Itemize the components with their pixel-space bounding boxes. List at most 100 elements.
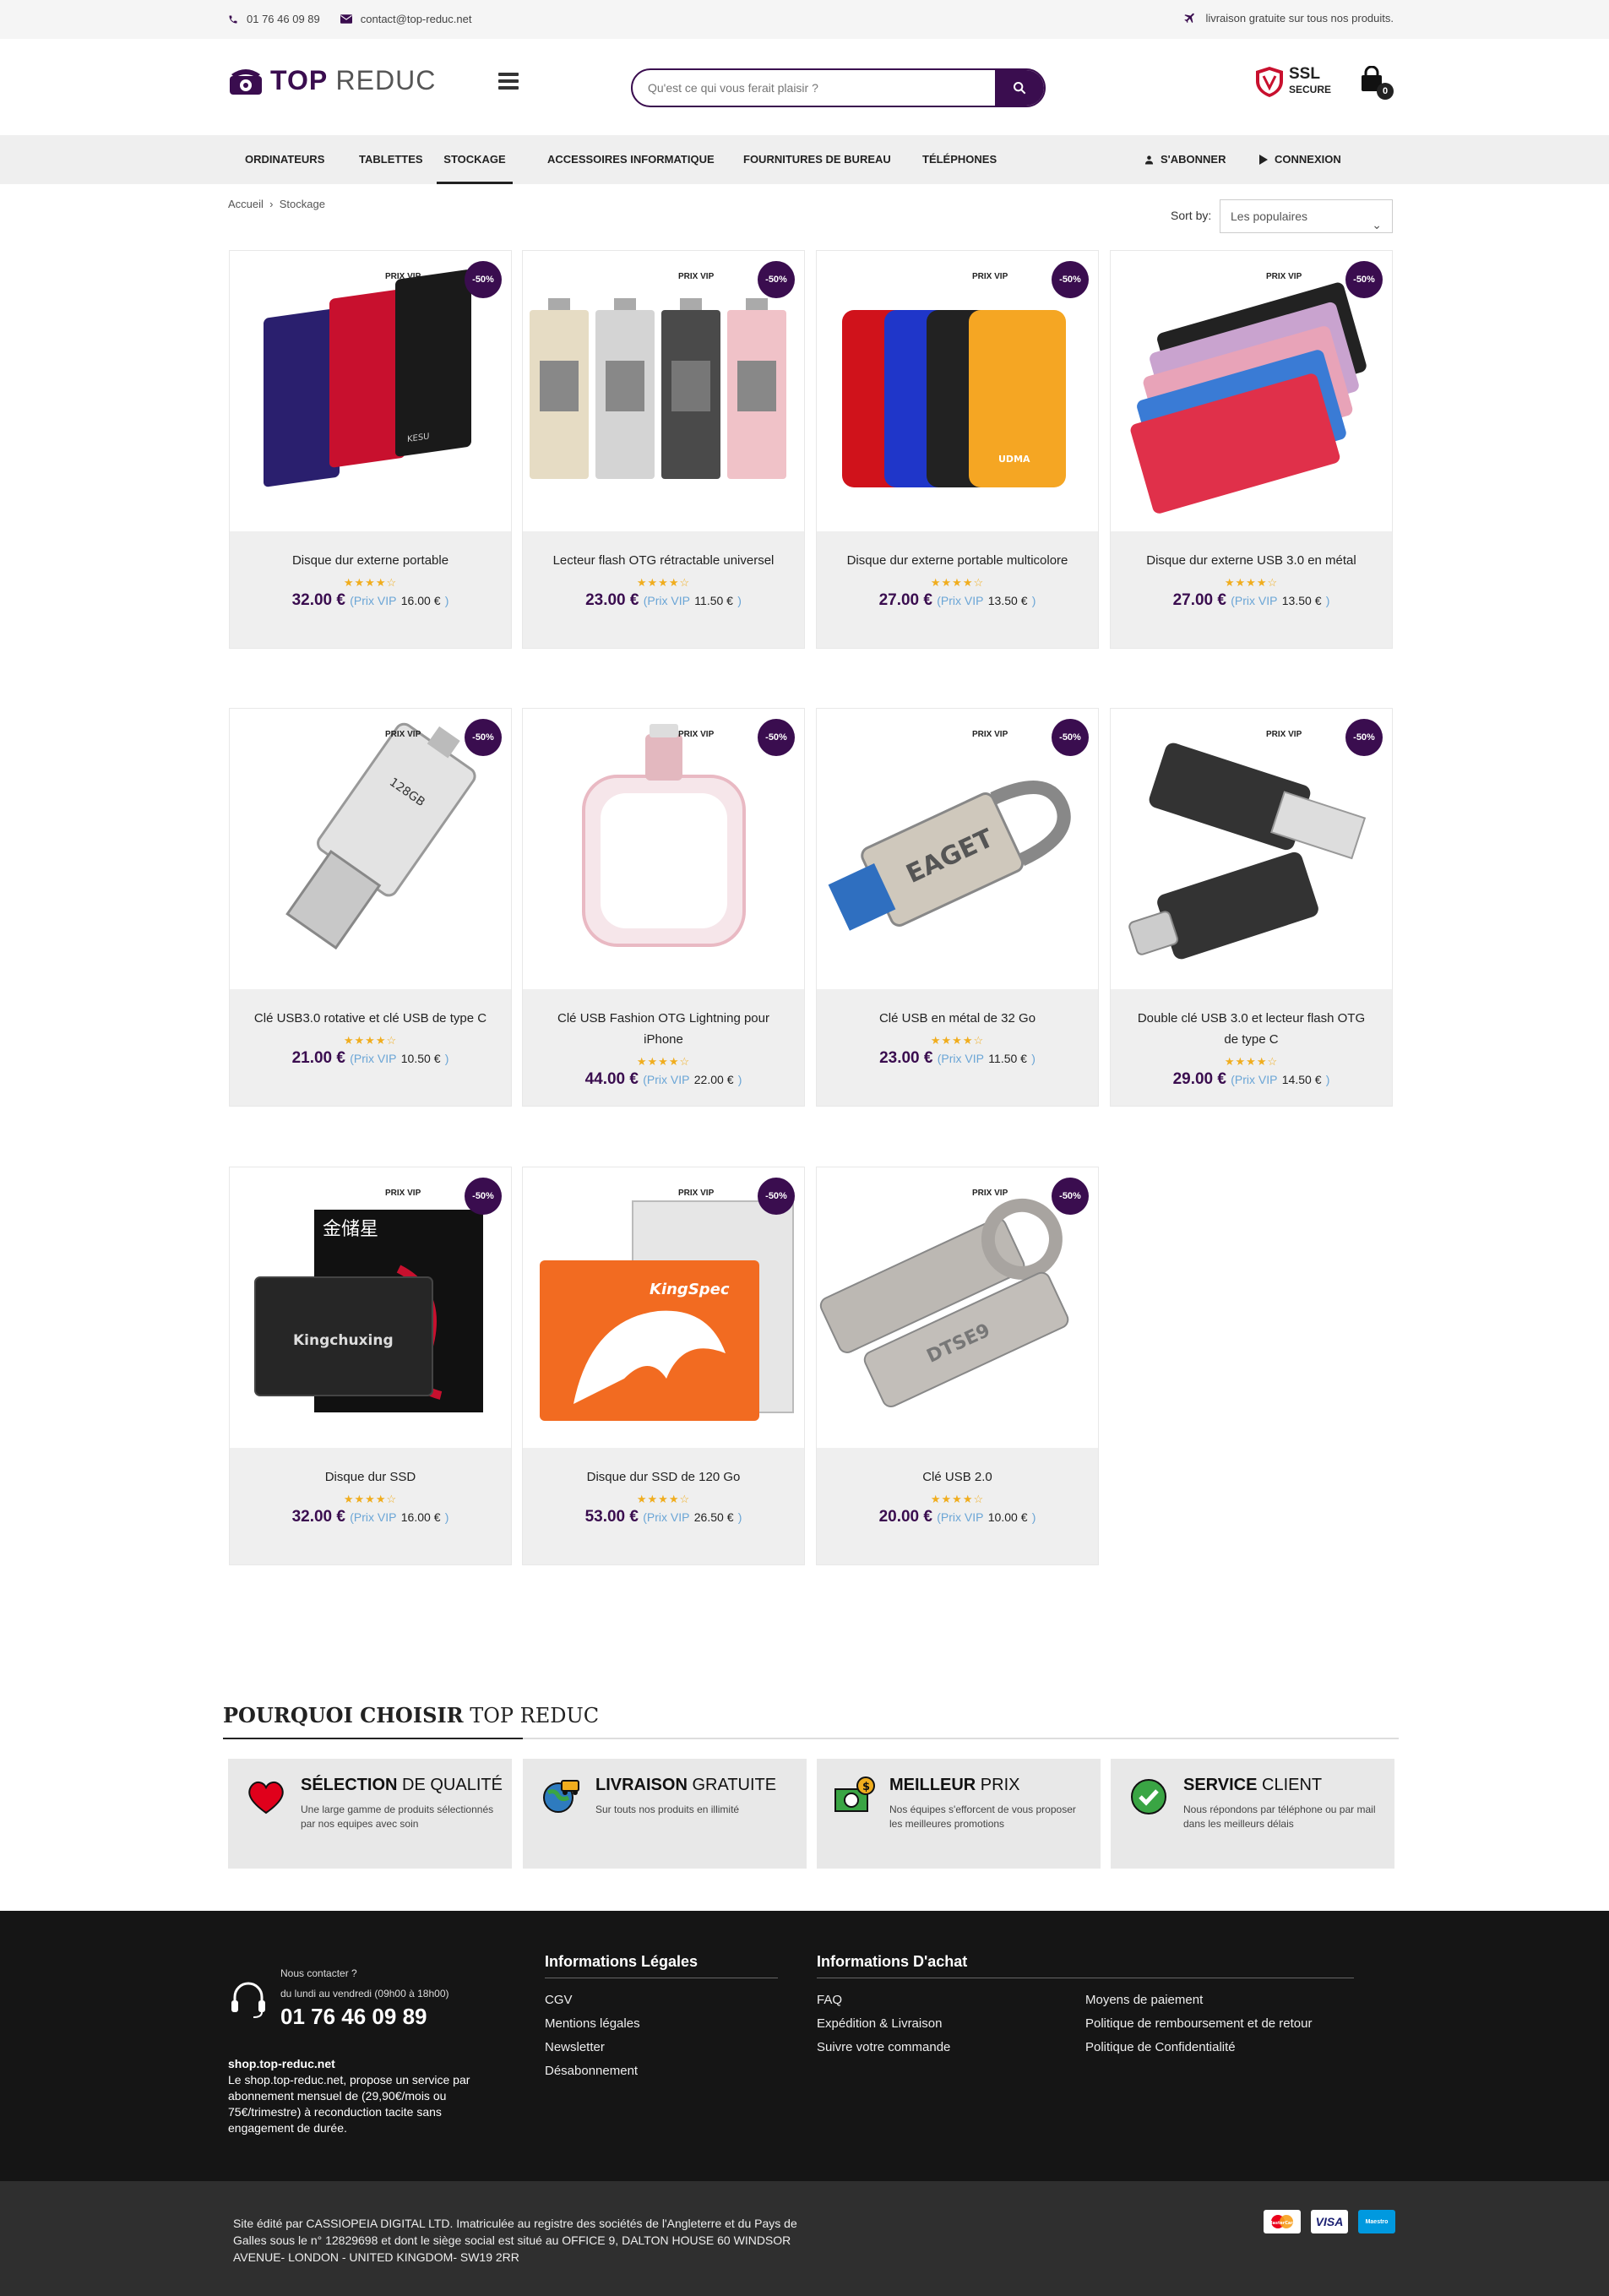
why-box-price: $ MEILLEUR PRIX Nos équipes s'efforcent … — [817, 1759, 1101, 1869]
why-quality-desc: Une large gamme de produits sélectionnés… — [301, 1804, 494, 1830]
vip-label: (Prix VIP — [350, 1052, 397, 1065]
why-shipping-desc: Sur touts nos produits en illimité — [595, 1804, 740, 1815]
topbar-phone[interactable]: 01 76 46 09 89 — [228, 13, 320, 25]
cart-button[interactable]: 0 — [1358, 65, 1394, 100]
prix-vip-badge: PRIX VIP — [385, 1189, 421, 1198]
why-price-desc: Nos équipes s'efforcent de vous proposer… — [889, 1804, 1076, 1830]
search-icon — [1014, 82, 1026, 95]
vip-close: ) — [737, 1510, 742, 1524]
subscribe-link[interactable]: S'ABONNER — [1144, 135, 1226, 184]
product-price: 32.00 € (Prix VIP 16.00 € ) — [230, 1508, 511, 1526]
product-image[interactable]: KESU — [230, 251, 511, 531]
vip-price: 13.50 € — [1281, 594, 1322, 607]
product-card[interactable]: 128GB PRIX VIP -50% Clé USB3.0 rotative et … — [229, 708, 512, 1107]
product-name[interactable]: Disque dur SSD — [230, 1466, 511, 1488]
product-image[interactable] — [523, 251, 804, 531]
product-image[interactable]: Kingchuxing 金储星 — [230, 1167, 511, 1448]
product-card[interactable]: EAGET PRIX VIP -50% Clé USB en métal de 32 … — [816, 708, 1099, 1107]
product-card[interactable]: PRIX VIP -50% Disque dur externe USB 3.0 e… — [1110, 250, 1393, 649]
nav-item-ordinateurs[interactable]: ORDINATEURS — [245, 135, 324, 184]
prix-vip-badge: PRIX VIP — [1266, 272, 1302, 281]
product-name[interactable]: Disque dur externe portable — [230, 550, 511, 571]
footer-link-faq[interactable]: FAQ — [817, 1989, 1085, 2012]
product-card[interactable]: PRIX VIP -50% Lecteur flash OTG rétractabl… — [522, 250, 805, 649]
site-logo[interactable]: TOP REDUC — [228, 64, 436, 96]
product-card[interactable]: PRIX VIP -50% Clé USB Fashion OTG Lightnin… — [522, 708, 805, 1107]
footer-site[interactable]: shop.top-reduc.net — [228, 2056, 498, 2072]
svg-text:$: $ — [862, 1781, 870, 1793]
why-box-shipping: LIVRAISON GRATUITE Sur touts nos produit… — [523, 1759, 807, 1869]
discount-badge: -50% — [1345, 719, 1383, 756]
why-box-service: SERVICE CLIENT Nous répondons par téléph… — [1111, 1759, 1394, 1869]
topbar-email[interactable]: contact@top-reduc.net — [340, 13, 471, 25]
search-button[interactable] — [995, 70, 1044, 106]
product-price: 23.00 € (Prix VIP 11.50 € ) — [817, 1049, 1098, 1068]
product-name[interactable]: Disque dur externe USB 3.0 en métal — [1111, 550, 1392, 571]
product-name[interactable]: Double clé USB 3.0 et lecteur flash OTG … — [1111, 1008, 1392, 1050]
vip-label: (Prix VIP — [937, 594, 984, 607]
product-image[interactable]: 128GB — [230, 709, 511, 989]
prix-vip-badge: PRIX VIP — [385, 730, 421, 739]
top-bar: 01 76 46 09 89 contact@top-reduc.net liv… — [0, 0, 1609, 39]
breadcrumb-separator: › — [269, 198, 274, 210]
vip-price: 10.50 € — [400, 1052, 441, 1065]
product-name[interactable]: Disque dur SSD de 120 Go — [523, 1466, 804, 1488]
footer-link-cgv[interactable]: CGV — [545, 1989, 778, 2012]
footer-legal-title: Informations Légales — [545, 1953, 778, 1978]
product-info: Clé USB 2.0 ★★★★☆ 20.00 € (Prix VIP 10.00 … — [817, 1448, 1098, 1564]
price-value: 20.00 € — [878, 1508, 932, 1526]
product-card[interactable]: UDMA PRIX VIP -50% Disque dur externe porta… — [816, 250, 1099, 649]
footer-link-refund[interactable]: Politique de remboursement et de retour — [1085, 2012, 1312, 2036]
footer-link-newsletter[interactable]: Newsletter — [545, 2036, 778, 2059]
discount-badge: -50% — [465, 1178, 502, 1215]
play-icon — [1259, 155, 1268, 165]
product-price: 27.00 € (Prix VIP 13.50 € ) — [817, 591, 1098, 610]
footer-link-unsubscribe[interactable]: Désabonnement — [545, 2059, 778, 2083]
login-link[interactable]: CONNEXION — [1259, 135, 1341, 184]
product-image[interactable] — [1111, 251, 1392, 531]
search-input[interactable] — [633, 70, 987, 106]
product-card[interactable]: KingSpec PRIX VIP -50% Disque dur SSD de 12… — [522, 1167, 805, 1565]
product-name[interactable]: Disque dur externe portable multicolore — [817, 550, 1098, 571]
footer-link-payment[interactable]: Moyens de paiement — [1085, 1989, 1312, 2012]
product-card[interactable]: KESU PRIX VIP -50% Disque dur externe porta… — [229, 250, 512, 649]
breadcrumb-home[interactable]: Accueil — [228, 198, 264, 210]
product-name[interactable]: Clé USB en métal de 32 Go — [817, 1008, 1098, 1029]
product-name[interactable]: Lecteur flash OTG rétractable universel — [523, 550, 804, 571]
product-info: Clé USB en métal de 32 Go ★★★★☆ 23.00 € (P… — [817, 989, 1098, 1106]
money-icon: $ — [834, 1776, 875, 1812]
product-image[interactable]: EAGET — [817, 709, 1098, 989]
footer-phone[interactable]: 01 76 46 09 89 — [280, 2004, 427, 2030]
product-image[interactable] — [523, 709, 804, 989]
footer-link-privacy[interactable]: Politique de Confidentialité — [1085, 2036, 1312, 2059]
nav-item-telephones[interactable]: TÉLÉPHONES — [922, 135, 997, 184]
vip-label: (Prix VIP — [643, 594, 690, 607]
product-image[interactable] — [1111, 709, 1392, 989]
product-card[interactable]: PRIX VIP -50% Double clé USB 3.0 et lecteu… — [1110, 708, 1393, 1107]
nav-item-accessoires[interactable]: ACCESSOIRES INFORMATIQUE — [547, 135, 715, 184]
footer-link-shipping[interactable]: Expédition & Livraison — [817, 2012, 1085, 2036]
phone-icon — [229, 15, 237, 23]
vip-close: ) — [1031, 1510, 1036, 1524]
price-value: 44.00 € — [584, 1070, 639, 1088]
nav-item-fournitures[interactable]: FOURNITURES DE BUREAU — [743, 135, 891, 184]
vip-label: (Prix VIP — [643, 1073, 690, 1086]
product-name[interactable]: Clé USB Fashion OTG Lightning pour iPhon… — [523, 1008, 804, 1050]
product-name[interactable]: Clé USB3.0 rotative et clé USB de type C — [230, 1008, 511, 1029]
product-image[interactable]: KingSpec — [523, 1167, 804, 1448]
discount-badge: -50% — [758, 1178, 795, 1215]
menu-hamburger-icon[interactable] — [498, 73, 519, 91]
product-card[interactable]: Kingchuxing 金储星 PRIX VIP -50% Disque dur SSD… — [229, 1167, 512, 1565]
vip-price: 13.50 € — [987, 594, 1028, 607]
product-image[interactable]: DTSE9 — [817, 1167, 1098, 1448]
discount-badge: -50% — [1052, 261, 1089, 298]
nav-item-tablettes[interactable]: TABLETTES — [359, 135, 423, 184]
product-image[interactable]: UDMA — [817, 251, 1098, 531]
product-name[interactable]: Clé USB 2.0 — [817, 1466, 1098, 1488]
product-card[interactable]: DTSE9 PRIX VIP -50% Clé USB 2.0 ★★★★☆ 20.00 €… — [816, 1167, 1099, 1565]
vip-label: (Prix VIP — [350, 1510, 397, 1524]
footer-link-mentions[interactable]: Mentions légales — [545, 2012, 778, 2036]
footer-link-tracking[interactable]: Suivre votre commande — [817, 2036, 1085, 2059]
nav-item-stockage[interactable]: STOCKAGE — [437, 135, 513, 184]
sort-select[interactable]: Les populaires ⌄ — [1220, 199, 1393, 233]
